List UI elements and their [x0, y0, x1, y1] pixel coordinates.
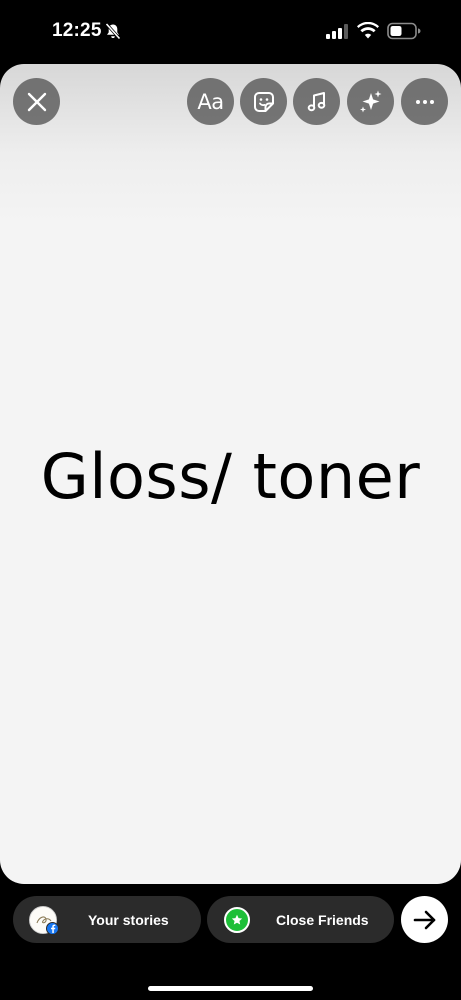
your-stories-button[interactable]: Your stories — [13, 896, 201, 943]
music-note-icon — [307, 91, 325, 111]
share-next-button[interactable] — [401, 896, 448, 943]
mute-bell-icon — [104, 22, 122, 40]
battery-icon — [387, 22, 421, 40]
text-tool-label: Aa — [197, 89, 224, 114]
status-time: 12:25 — [52, 20, 102, 41]
your-stories-label: Your stories — [88, 912, 169, 928]
home-indicator[interactable] — [148, 986, 313, 991]
close-friends-label: Close Friends — [276, 912, 369, 928]
facebook-icon — [46, 922, 59, 935]
sticker-button[interactable] — [240, 78, 287, 125]
sparkles-icon — [359, 90, 381, 112]
signal-icon — [326, 24, 348, 39]
more-button[interactable] — [401, 78, 448, 125]
star-icon — [224, 907, 250, 933]
close-friends-button[interactable]: Close Friends — [207, 896, 394, 943]
effects-button[interactable] — [347, 78, 394, 125]
story-text[interactable]: Gloss/ toner — [0, 440, 461, 513]
story-canvas[interactable]: Aa Gloss/ toner — [0, 64, 461, 884]
music-button[interactable] — [293, 78, 340, 125]
text-tool-button[interactable]: Aa — [187, 78, 234, 125]
more-icon — [415, 99, 434, 104]
close-button[interactable] — [13, 78, 60, 125]
sticker-icon — [253, 91, 274, 112]
arrow-right-icon — [413, 910, 435, 929]
wifi-icon — [357, 21, 379, 39]
close-icon — [27, 92, 46, 111]
status-bar: 12:25 — [0, 0, 461, 62]
